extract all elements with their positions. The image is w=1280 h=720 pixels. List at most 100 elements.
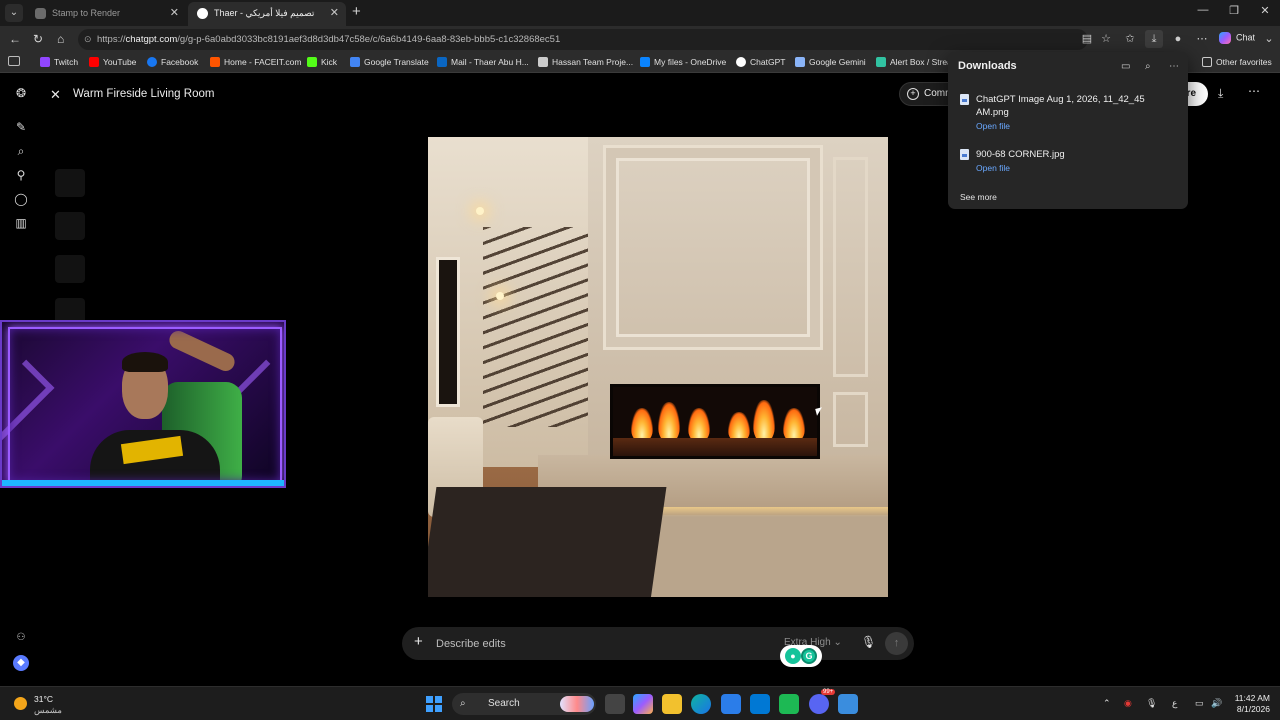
bookmark-kick[interactable]: Kick [307, 57, 337, 67]
taskbar-search-label: Search [488, 698, 520, 709]
search-downloads-icon[interactable]: ⌕ [1145, 61, 1151, 72]
site-info-icon[interactable]: ⊙ [84, 29, 92, 50]
microsoft-store-icon[interactable] [721, 694, 741, 714]
downloads-panel: Downloads ▭ ⌕ ⋯ ChatGPT Image Aug 1, 202… [948, 52, 1188, 209]
favorites-icon[interactable]: ✩ [1123, 32, 1137, 46]
other-favorites[interactable]: Other favorites [1202, 57, 1272, 67]
onedrive-icon [640, 57, 650, 67]
bookmark-label: Home - FACEIT.com [224, 57, 302, 67]
restore-button[interactable]: ❐ [1219, 4, 1249, 17]
new-chat-icon[interactable]: ✎ [13, 119, 29, 135]
send-arrow-icon[interactable]: ↑ [885, 632, 908, 655]
close-viewer-icon[interactable]: ✕ [50, 87, 61, 103]
tab-actions-menu-button[interactable]: ⌄ [5, 4, 23, 22]
downloads-more-icon[interactable]: ⋯ [1169, 61, 1179, 72]
file-explorer-icon[interactable] [662, 694, 682, 714]
copilot-app-icon[interactable] [633, 694, 653, 714]
download-filename: ChatGPT Image Aug 1, 2026, 11_42_45 AM.p… [976, 94, 1145, 118]
address-bar[interactable]: ⊙ https://chatgpt.com/g/g-p-6a0abd3033bc8… [78, 29, 1088, 50]
image-thumbnail[interactable] [55, 212, 85, 240]
see-more-link[interactable]: See more [960, 192, 997, 202]
folder-icon [1202, 57, 1212, 67]
grammarly-widget[interactable]: ● G [780, 645, 822, 667]
bookmark-label: My files - OneDrive [654, 57, 727, 67]
people-icon[interactable]: ⚇ [13, 630, 29, 646]
pin-icon[interactable]: ⚲ [13, 167, 29, 183]
network-icon[interactable]: ▭ [1195, 698, 1204, 709]
open-folder-icon[interactable]: ▭ [1121, 61, 1130, 72]
bookmark-alert-box[interactable]: Alert Box / Strea [876, 57, 952, 67]
add-favorite-icon[interactable]: ☆ [1099, 32, 1113, 46]
close-tab-icon[interactable]: ✕ [330, 2, 339, 24]
green-app-icon[interactable] [779, 694, 799, 714]
clock-date: 8/1/2026 [1236, 704, 1270, 714]
bookmark-youtube[interactable]: YouTube [89, 57, 136, 67]
tab-active-chatgpt[interactable]: Thaer - تصميم فيلا أمريكي ✕ [188, 2, 346, 26]
weather-condition: مشمس [34, 705, 62, 715]
tray-app-icon[interactable]: ◉ [1124, 698, 1132, 709]
more-options-icon[interactable]: ⋯ [1248, 84, 1260, 98]
system-clock[interactable]: 11:42 AM 8/1/2026 [1228, 693, 1270, 715]
search-icon[interactable]: ⌕ [13, 143, 29, 159]
home-icon[interactable]: ⌂ [57, 32, 64, 46]
reading-view-icon[interactable]: ▤ [1080, 32, 1094, 46]
url-scheme: https:// [97, 34, 126, 45]
webcam-overlay [0, 320, 286, 488]
bookmark-facebook[interactable]: Facebook [147, 57, 198, 67]
user-avatar[interactable]: ◆ [13, 655, 29, 671]
image-title: Warm Fireside Living Room [73, 88, 215, 100]
windows-taskbar: 31°C مشمس ⌕ Search 99+ ⌃ ◉ 🎙 ع ▭ 🔊 11:42… [0, 686, 1280, 720]
discord-icon[interactable]: 99+ [809, 689, 836, 714]
downloads-icon[interactable]: ⤓ [1145, 30, 1163, 48]
tab-title: Thaer - تصميم فيلا أمريكي [214, 8, 315, 18]
close-window-button[interactable]: ✕ [1250, 4, 1280, 17]
volume-icon[interactable]: 🔊 [1211, 698, 1222, 709]
image-thumbnail[interactable] [55, 169, 85, 197]
describe-edits-input[interactable] [436, 634, 766, 653]
add-attachment-icon[interactable]: + [414, 633, 423, 650]
bookmark-mail[interactable]: Mail - Thaer Abu H... [437, 57, 529, 67]
taskbar-search[interactable]: ⌕ Search [452, 693, 596, 715]
library-icon[interactable]: ▥ [13, 215, 29, 231]
openai-logo-icon[interactable]: ❂ [13, 85, 29, 101]
download-image-icon[interactable]: ⤓ [1218, 86, 1223, 101]
bookmark-onedrive[interactable]: My files - OneDrive [640, 57, 726, 67]
bookmark-google-translate[interactable]: Google Translate [350, 57, 429, 67]
gemini-icon [795, 57, 805, 67]
open-file-link[interactable]: Open file [976, 121, 1010, 131]
open-file-link[interactable]: Open file [976, 163, 1010, 173]
bookmark-faceit[interactable]: Home - FACEIT.com [210, 57, 301, 67]
bookmark-label: Google Translate [364, 57, 429, 67]
copilot-chat-button[interactable]: Chat [1219, 32, 1255, 44]
edge-browser-icon[interactable] [691, 694, 711, 714]
twitch-icon [40, 57, 50, 67]
close-tab-icon[interactable]: ✕ [170, 2, 179, 24]
bookmark-chatgpt[interactable]: ChatGPT [736, 57, 785, 67]
sidebar-toggle-icon[interactable] [8, 56, 20, 66]
start-button[interactable] [426, 696, 442, 712]
bookmark-label: Other favorites [1216, 57, 1272, 67]
bookmark-gemini[interactable]: Google Gemini [795, 57, 866, 67]
image-thumbnail[interactable] [55, 255, 85, 283]
bookmark-twitch[interactable]: Twitch [40, 57, 78, 67]
back-icon[interactable]: ← [9, 32, 21, 46]
bookmark-hassan-team[interactable]: Hassan Team Proje... [538, 57, 633, 67]
chevron-up-icon[interactable]: ⌃ [1103, 698, 1111, 709]
grammarly-icon: G [801, 648, 817, 664]
chevron-down-icon[interactable]: ⌄ [1262, 32, 1276, 46]
profile-avatar[interactable]: ● [1171, 32, 1185, 46]
settings-more-icon[interactable]: ⋯ [1195, 32, 1209, 46]
microphone-tray-icon[interactable]: 🎙 [1146, 698, 1157, 709]
photos-app-icon[interactable] [838, 694, 858, 714]
refresh-icon[interactable]: ↻ [33, 32, 43, 46]
minimize-button[interactable]: — [1188, 4, 1218, 16]
chat-bubble-icon[interactable]: ◯ [13, 191, 29, 207]
microphone-icon[interactable]: 🎙 [861, 635, 876, 649]
chatgpt-icon [736, 57, 746, 67]
tab-stamp-to-render[interactable]: Stamp to Render ✕ [26, 2, 186, 26]
keyboard-language[interactable]: ع [1172, 698, 1177, 709]
bookmark-label: Mail - Thaer Abu H... [451, 57, 529, 67]
new-tab-button[interactable]: + [352, 3, 361, 20]
task-view-icon[interactable] [605, 694, 625, 714]
outlook-app-icon[interactable] [750, 694, 770, 714]
